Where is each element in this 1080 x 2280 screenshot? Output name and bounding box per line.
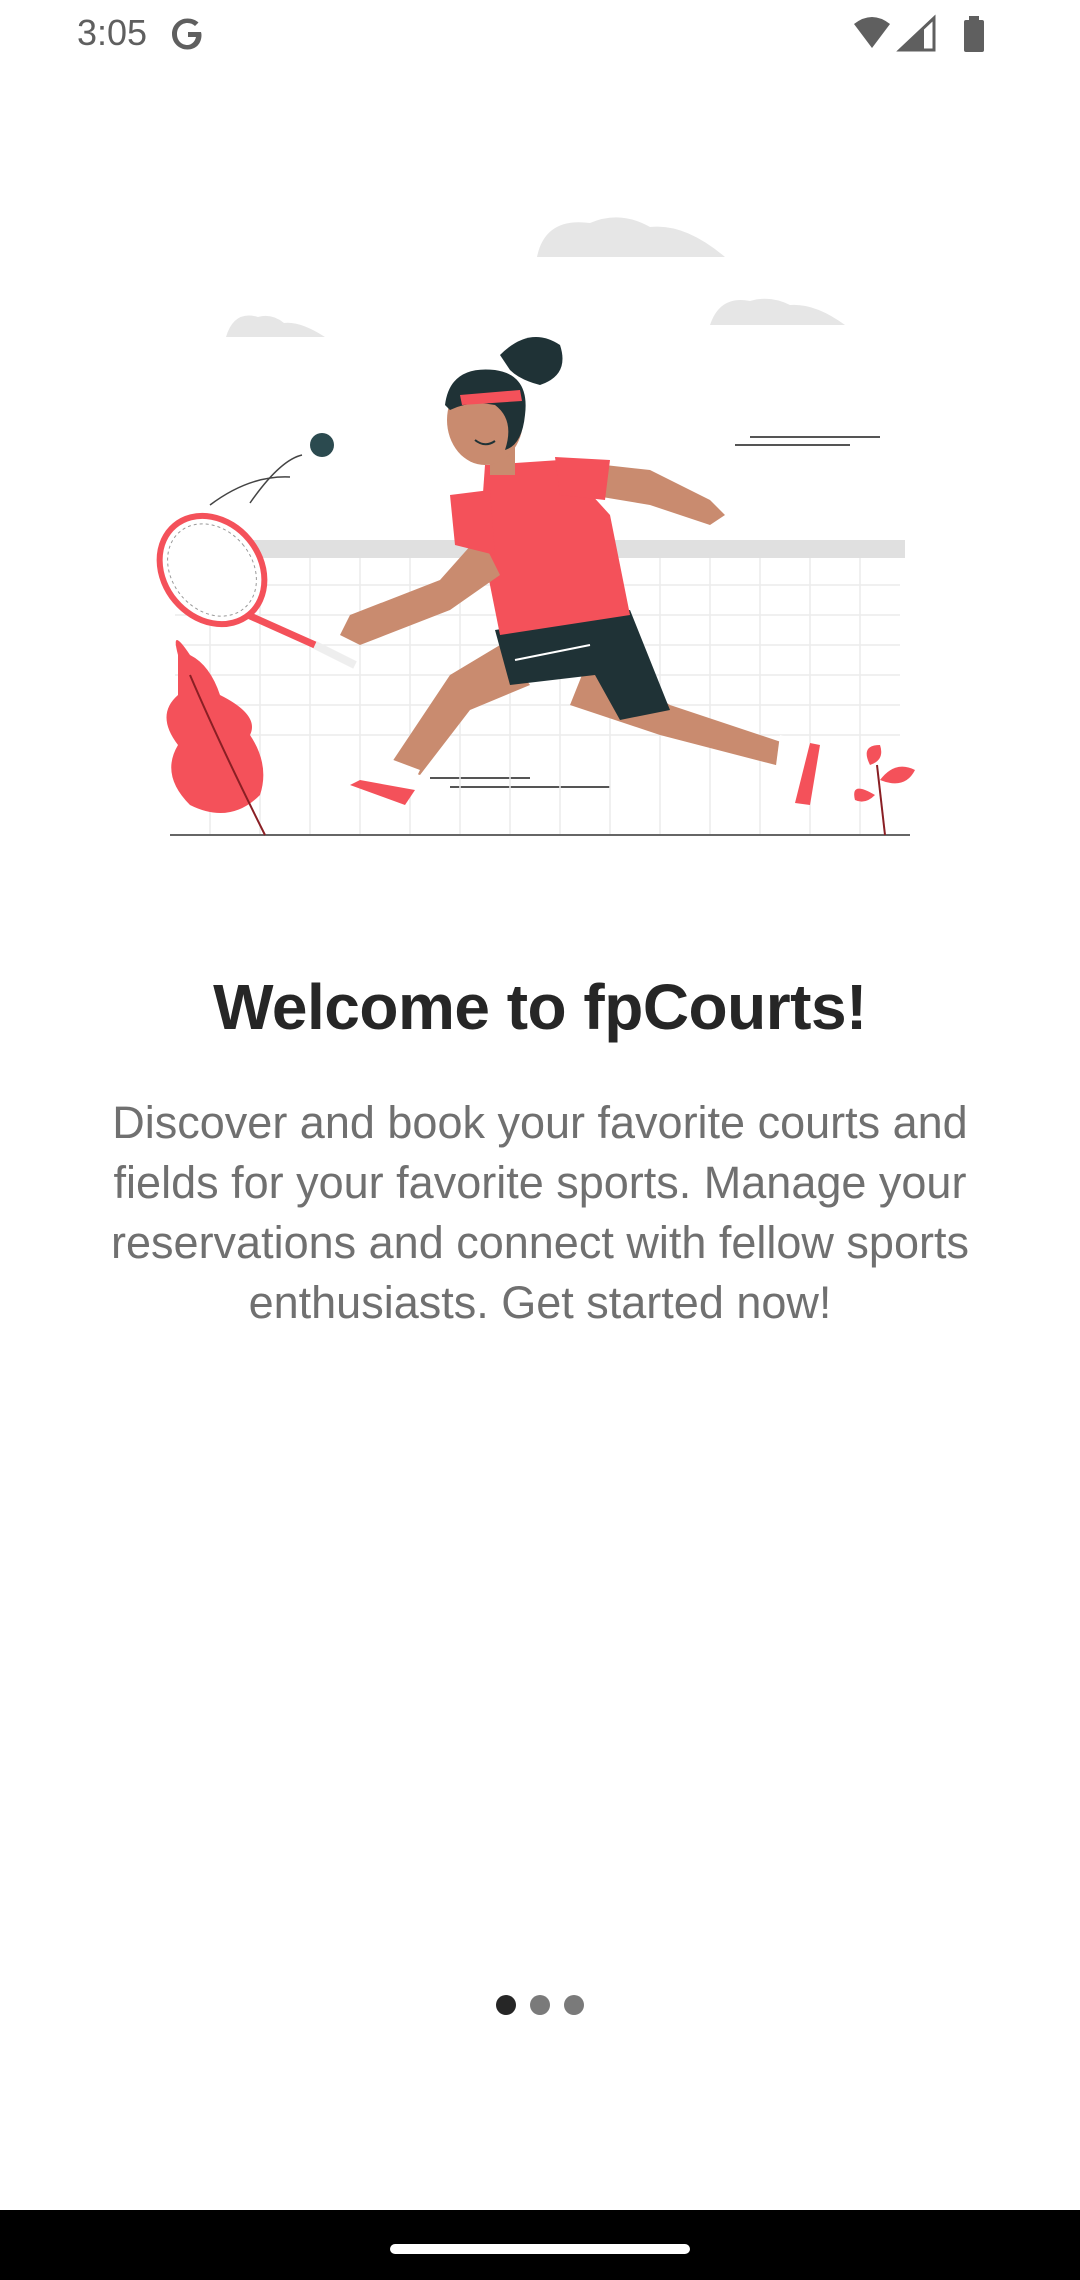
home-gesture-handle[interactable]	[390, 2244, 690, 2254]
tennis-ball	[209, 433, 334, 506]
leaf-plant-left	[166, 640, 266, 836]
wifi-icon	[854, 17, 890, 48]
page-dot-3[interactable]	[564, 1995, 584, 2015]
page-indicator[interactable]	[0, 1995, 1080, 2025]
page-dot-1[interactable]	[496, 1995, 516, 2015]
battery-icon	[964, 16, 984, 52]
signal-icon	[896, 14, 936, 52]
status-icons	[854, 14, 984, 52]
leaf-plant-right	[854, 745, 915, 836]
cloud-icon	[226, 217, 845, 337]
onboarding-title: Welcome to fpCourts!	[213, 971, 867, 1043]
status-bar: 3:05	[0, 0, 1080, 70]
google-g-icon	[172, 18, 202, 50]
tennis-racket	[156, 512, 357, 669]
tennis-player-illustration	[156, 217, 915, 836]
status-time: 3:05	[77, 12, 148, 53]
page-dot-2[interactable]	[530, 1995, 550, 2015]
onboarding-description: Discover and book your favorite courts a…	[111, 1097, 969, 1328]
